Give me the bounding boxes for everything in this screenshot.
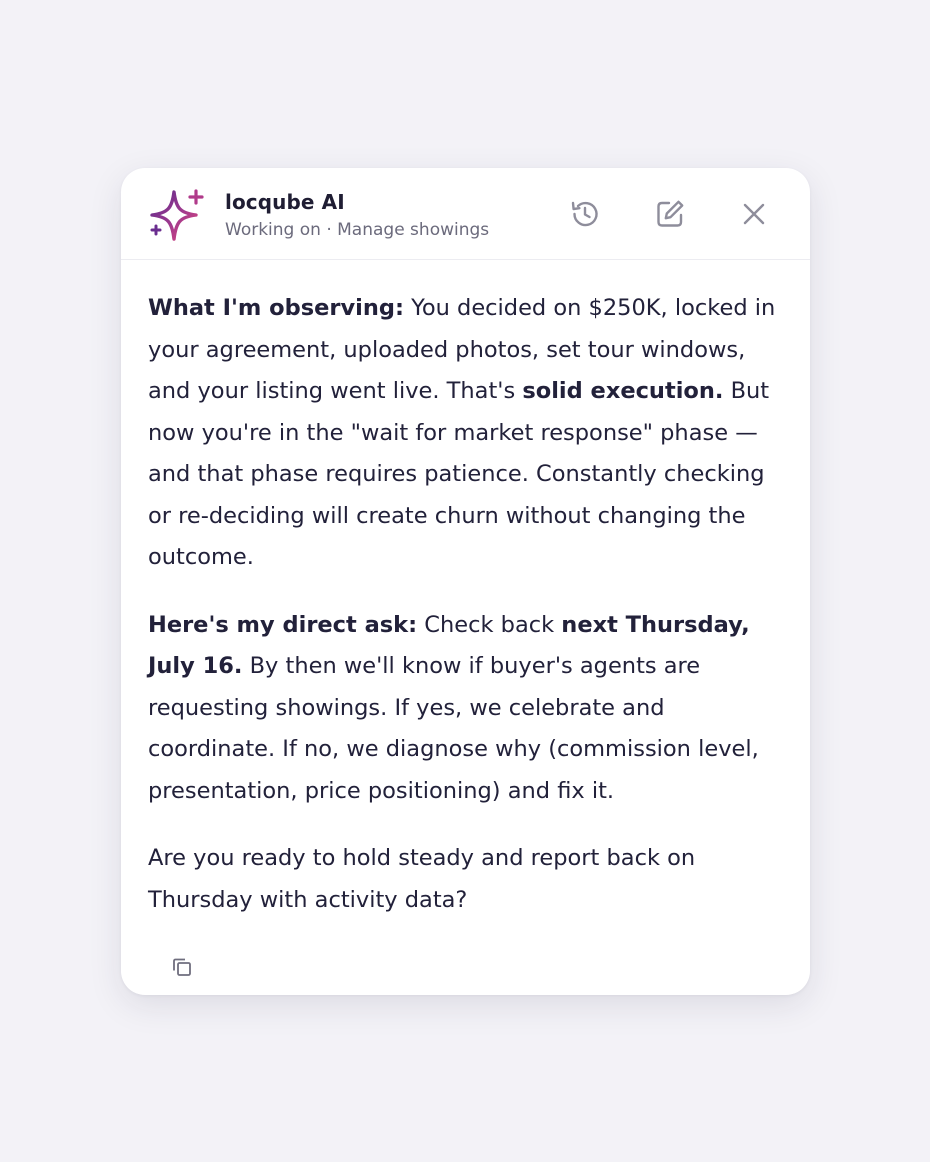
message-paragraph-ask: Here's my direct ask: Check back next Th… (148, 605, 788, 813)
observation-heading: What I'm observing: (148, 295, 404, 321)
sparkle-logo-icon (147, 188, 205, 246)
question-text: Are you ready to hold steady and report … (148, 845, 696, 913)
working-on-context: Working on · Manage showings (225, 220, 490, 240)
ask-text-1: Check back (417, 611, 562, 638)
history-icon (571, 201, 598, 227)
message-paragraph-question: Are you ready to hold steady and report … (148, 838, 788, 921)
ai-chat-panel: locqube AI Working on · Manage showings … (121, 168, 810, 995)
assistant-name: locqube AI (225, 190, 345, 214)
observation-text-2: But now you're in the "wait for market r… (148, 378, 770, 570)
close-button[interactable] (736, 196, 772, 232)
close-icon (743, 203, 765, 225)
observation-emphasis: solid execution. (522, 378, 724, 404)
copy-icon (173, 958, 191, 976)
message-paragraph-observation: What I'm observing: You decided on $250K… (148, 288, 788, 579)
assistant-message: What I'm observing: You decided on $250K… (148, 288, 788, 947)
copy-message-button[interactable] (167, 952, 197, 982)
panel-header: locqube AI Working on · Manage showings (121, 168, 810, 260)
history-button[interactable] (567, 196, 603, 232)
ask-heading: Here's my direct ask: (148, 611, 418, 638)
new-chat-edit-button[interactable] (652, 196, 688, 232)
edit-icon (657, 200, 684, 227)
